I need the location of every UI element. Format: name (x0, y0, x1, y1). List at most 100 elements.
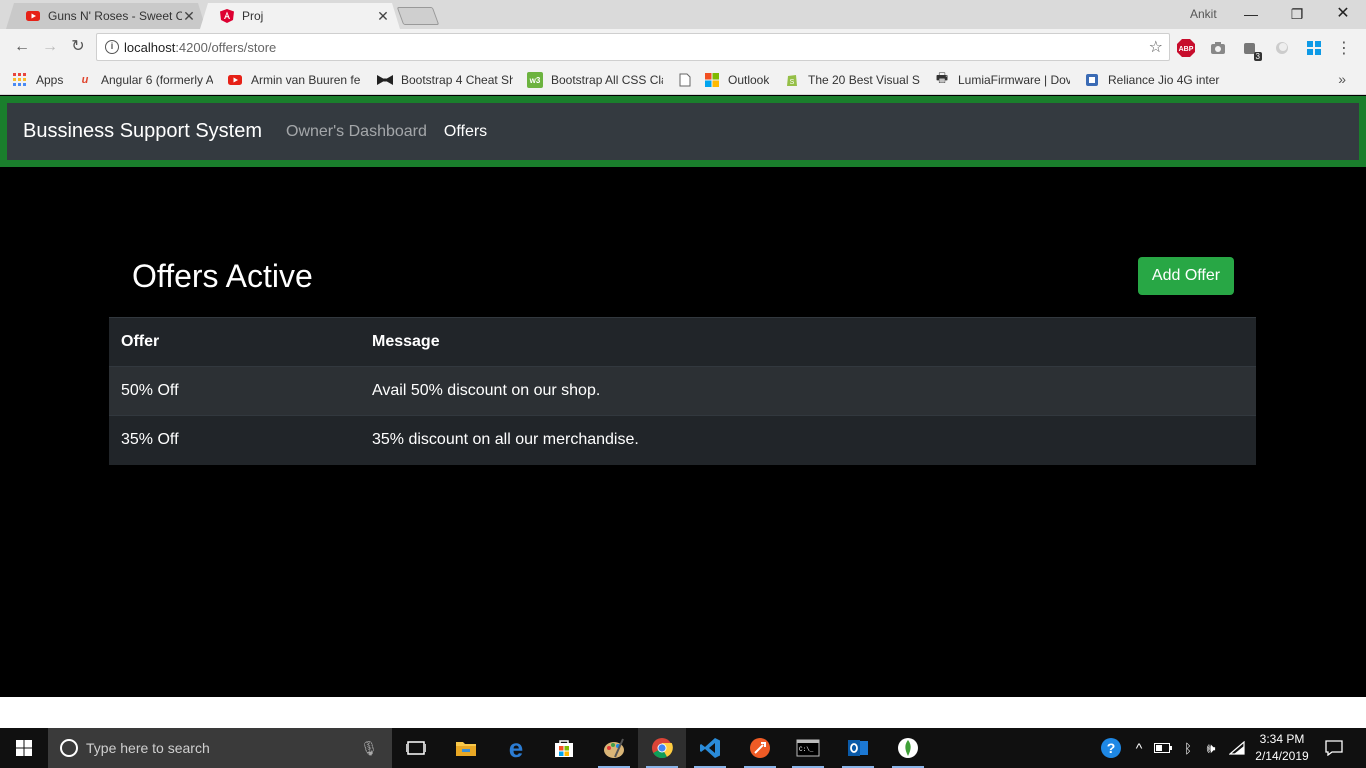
bookmark-visual-studio[interactable]: S The 20 Best Visual St (784, 72, 920, 88)
bookmark-angular-6[interactable]: u Angular 6 (formerly A (77, 72, 213, 88)
page-bottom-area (0, 697, 1366, 728)
add-offer-button[interactable]: Add Offer (1138, 257, 1234, 295)
windows-start-icon[interactable] (0, 728, 48, 768)
bookmark-label: Apps (36, 73, 64, 87)
restore-icon[interactable]: ❐ (1274, 3, 1320, 25)
youtube-icon (26, 9, 40, 23)
bookmark-lumiafirmware[interactable]: 🖶 LumiaFirmware | Dov (934, 70, 1070, 88)
vscode-icon[interactable] (686, 728, 734, 768)
camera-icon[interactable] (1208, 38, 1228, 58)
window-close-icon[interactable]: ✕ (1320, 3, 1366, 25)
close-tab-icon[interactable]: ✕ (376, 8, 390, 25)
terminal-icon[interactable]: C:\_ (784, 728, 832, 768)
w3-icon: w3 (527, 72, 543, 88)
tab-youtube[interactable]: Guns N' Roses - Sweet Ch ✕ (6, 3, 206, 29)
address-bar[interactable]: i localhost:4200/offers/store ☆ (96, 33, 1170, 61)
site-info-icon[interactable]: i (105, 40, 119, 54)
svg-text:C:\_: C:\_ (799, 746, 814, 753)
clock-date: 2/14/2019 (1255, 749, 1309, 763)
bookmarks-bar: Apps u Angular 6 (formerly A Armin van B… (0, 65, 1366, 95)
back-icon[interactable]: ← (12, 37, 32, 57)
tab-proj[interactable]: Proj ✕ (200, 3, 400, 29)
taskbar-search[interactable]: Type here to search 🎙 (48, 728, 392, 768)
bookmark-label: Reliance Jio 4G intern (1108, 73, 1220, 87)
circle-extension-icon[interactable] (1272, 38, 1292, 58)
browser-toolbar: ← → ↻ i localhost:4200/offers/store ☆ (0, 29, 1366, 65)
action-center-icon[interactable] (1318, 728, 1350, 768)
windows-extension-icon[interactable] (1304, 38, 1324, 58)
taskbar-clock[interactable]: 3:34 PM 2/14/2019 (1252, 731, 1312, 765)
microsoft-icon (704, 72, 720, 88)
bookmark-bootstrap-css[interactable]: w3 Bootstrap All CSS Cla (527, 72, 663, 88)
nav-link-owners-dashboard[interactable]: Owner's Dashboard (286, 123, 427, 141)
offer-cell: 50% Off (109, 366, 360, 416)
close-tab-icon[interactable]: ✕ (182, 8, 196, 25)
wifi-icon[interactable] (1226, 728, 1248, 768)
battery-icon[interactable] (1152, 728, 1174, 768)
new-tab-button[interactable] (396, 7, 440, 25)
bookmark-reliance-jio[interactable]: Reliance Jio 4G intern (1084, 72, 1220, 88)
table-header-row: Offer Message (109, 317, 1256, 367)
abp-label: ABP (1179, 46, 1194, 53)
reload-icon[interactable]: ↻ (68, 37, 88, 57)
message-cell: 35% discount on all our merchandise. (360, 415, 1256, 465)
adblock-plus-icon[interactable]: ABP (1176, 38, 1196, 58)
bookmark-star-icon[interactable]: ☆ (1149, 37, 1163, 57)
file-explorer-icon[interactable] (442, 728, 490, 768)
bookmark-label: Bootstrap 4 Cheat Sh (401, 73, 513, 87)
paint-icon[interactable] (590, 728, 638, 768)
menu-kebab-icon[interactable]: ⋮ (1334, 38, 1354, 58)
cortana-icon (60, 739, 78, 757)
bookmark-armin-van-buuren[interactable]: Armin van Buuren fe (227, 72, 363, 88)
help-icon[interactable]: ? (1098, 728, 1124, 768)
windows-taskbar: Type here to search 🎙 e C:\_ ? ^ ᛒ 🕪 3:3… (0, 728, 1366, 768)
mongodb-icon[interactable] (884, 728, 932, 768)
extension-icon[interactable]: 3 (1240, 38, 1262, 61)
clock-time: 3:34 PM (1259, 732, 1305, 746)
volume-icon[interactable]: 🕪 (1200, 728, 1222, 768)
bookmark-apps[interactable]: Apps (12, 72, 63, 88)
url-text[interactable]: localhost:4200/offers/store (124, 40, 276, 55)
chrome-icon[interactable] (638, 728, 686, 768)
tab-title: Guns N' Roses - Sweet Ch (48, 9, 182, 23)
tab-title: Proj (242, 9, 264, 23)
outlook-icon[interactable] (834, 728, 882, 768)
nav-link-offers[interactable]: Offers (444, 123, 487, 141)
task-view-icon[interactable] (392, 728, 440, 768)
store-icon[interactable] (540, 728, 588, 768)
jio-icon (1084, 72, 1100, 88)
message-cell: Avail 50% discount on our shop. (360, 366, 1256, 416)
url-host: localhost (124, 40, 176, 55)
offers-table: Offer Message 50% Off Avail 50% discount… (109, 317, 1256, 465)
profile-name[interactable]: Ankit (1190, 7, 1217, 21)
postman-icon[interactable] (736, 728, 784, 768)
column-header-message: Message (360, 317, 1256, 367)
bookmark-label: LumiaFirmware | Dov (958, 73, 1070, 87)
offer-cell: 35% Off (109, 415, 360, 465)
shopify-icon: S (784, 72, 800, 88)
bookmark-outlook[interactable]: Outlook (704, 72, 769, 88)
udemy-icon: u (81, 74, 89, 86)
bookmark-page[interactable] (677, 72, 701, 88)
bookmarks-overflow-icon[interactable]: » (1338, 71, 1346, 87)
table-row: 35% Off 35% discount on all our merchand… (109, 415, 1256, 465)
app-navbar: Bussiness Support System Owner's Dashboa… (0, 96, 1366, 167)
minimize-icon[interactable]: — (1228, 3, 1274, 25)
chevron-up-icon[interactable]: ^ (1128, 728, 1150, 768)
svg-text:S: S (790, 79, 795, 86)
edge-icon[interactable]: e (492, 728, 540, 768)
search-placeholder: Type here to search (86, 740, 210, 756)
bookmark-label: Outlook (728, 73, 770, 87)
bookmark-label: The 20 Best Visual St (808, 73, 920, 87)
navbar-brand[interactable]: Bussiness Support System (23, 120, 262, 143)
bowtie-icon (377, 72, 393, 88)
apps-grid-icon (12, 72, 28, 88)
youtube-icon (227, 72, 243, 88)
bookmark-bootstrap-cheat[interactable]: Bootstrap 4 Cheat Sh (377, 72, 513, 88)
robot-icon: 🖶 (935, 70, 949, 85)
microphone-icon[interactable]: 🎙 (360, 740, 378, 757)
column-header-offer: Offer (109, 317, 360, 367)
forward-icon[interactable]: → (40, 37, 60, 57)
table-row: 50% Off Avail 50% discount on our shop. (109, 366, 1256, 416)
bluetooth-icon[interactable]: ᛒ (1178, 728, 1198, 768)
